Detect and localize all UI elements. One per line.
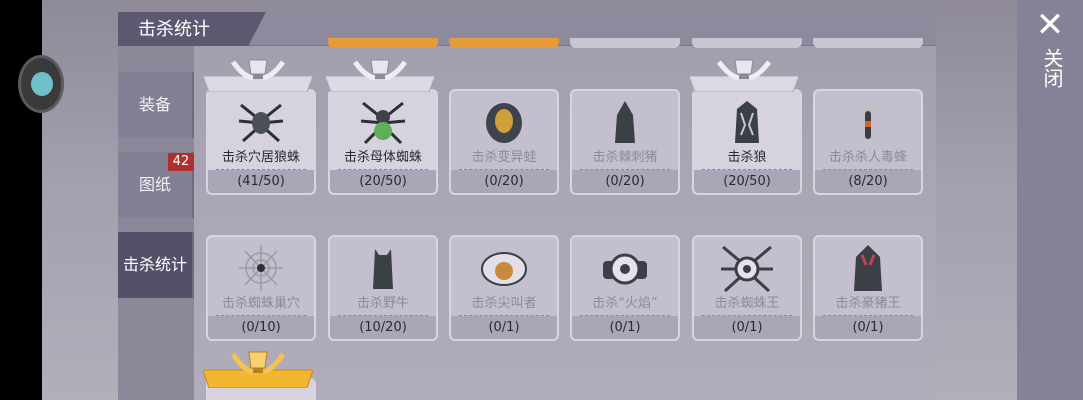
card-progress: (20/50) (694, 170, 800, 193)
web-icon (239, 245, 283, 291)
kill-card[interactable]: 击杀穴居狼蛛 (41/50) (206, 89, 316, 195)
card-title: 击杀蜘蛛巢穴 (221, 296, 300, 311)
wolf-icon (735, 101, 759, 143)
kill-card[interactable]: 击杀豪猪王 (0/1) (813, 235, 923, 341)
card-edge (328, 38, 438, 48)
kill-card[interactable]: 击杀蜘蛛王 (0/1) (692, 235, 802, 341)
card-edge (692, 38, 802, 48)
card-progress: (41/50) (208, 170, 314, 193)
divider (702, 315, 792, 316)
card-progress: (0/1) (815, 316, 921, 339)
tab-equipment[interactable]: 装备 (118, 72, 194, 138)
card-title: 击杀变异蛙 (471, 150, 537, 165)
card-edge (570, 38, 680, 48)
divider (580, 169, 670, 170)
kill-card[interactable]: 击杀母体蜘蛛 (20/50) (328, 89, 438, 195)
kill-card[interactable]: 击杀变异蛙 (0/20) (449, 89, 559, 195)
card-progress: (0/20) (572, 170, 678, 193)
divider (823, 315, 913, 316)
card-title: 击杀杀人毒蜂 (828, 150, 907, 165)
card-progress: (0/1) (694, 316, 800, 339)
kill-card[interactable]: 击杀杀人毒蜂 (8/20) (813, 89, 923, 195)
card-title: 击杀尖叫者 (471, 296, 537, 311)
card-progress: (8/20) (815, 170, 921, 193)
card-title: 击杀蜘蛛王 (714, 296, 780, 311)
blueprint-count-badge: 42 (168, 153, 194, 171)
silver-trophy-icon (325, 59, 435, 92)
spider-icon (238, 103, 284, 143)
card-progress: (0/1) (451, 316, 557, 339)
silver-trophy-icon (203, 59, 313, 92)
divider (216, 169, 306, 170)
close-button[interactable]: 关闭 (1036, 48, 1064, 88)
kill-card[interactable]: 击杀野牛 (10/20) (328, 235, 438, 341)
kill-card[interactable]: 击杀棘刺猪 (0/20) (570, 89, 680, 195)
bison-icon (373, 249, 393, 289)
close-icon[interactable]: ✕ (1033, 8, 1067, 42)
card-title: 击杀棘刺猪 (592, 150, 658, 165)
card-edge (813, 38, 923, 48)
divider (459, 315, 549, 316)
tab-kill-stats[interactable]: 击杀统计 (118, 232, 194, 298)
card-progress: (10/20) (330, 316, 436, 339)
card-title: 击杀狼 (727, 150, 767, 165)
avatar[interactable] (18, 55, 64, 113)
card-title: 击杀穴居狼蛛 (221, 150, 300, 165)
divider (338, 315, 428, 316)
frog-icon (486, 103, 522, 143)
divider (580, 315, 670, 316)
silver-trophy-icon (689, 59, 799, 92)
flame-boss-icon (603, 253, 647, 285)
porcupine-king-icon (854, 245, 882, 291)
card-progress: (0/10) (208, 316, 314, 339)
kill-card[interactable]: 击杀“火焰” (0/1) (570, 235, 680, 341)
wasp-icon (858, 104, 878, 139)
divider (823, 169, 913, 170)
page-title: 击杀统计 (138, 19, 210, 40)
card-progress: (20/50) (330, 170, 436, 193)
avatar-face-icon (31, 72, 53, 96)
card-title: 击杀“火焰” (592, 296, 658, 311)
gold-trophy-icon (203, 351, 313, 388)
boar-icon (615, 101, 635, 143)
card-progress: (0/20) (451, 170, 557, 193)
card-title: 击杀野牛 (356, 296, 409, 311)
divider (702, 169, 792, 170)
card-progress: (0/1) (572, 316, 678, 339)
kill-card[interactable]: 击杀尖叫者 (0/1) (449, 235, 559, 341)
spider-icon (360, 101, 406, 145)
kill-card[interactable]: 击杀狼 (20/50) (692, 89, 802, 195)
kill-card[interactable]: 击杀蜘蛛巢穴 (0/10) (206, 235, 316, 341)
divider (216, 315, 306, 316)
spider-king-icon (721, 245, 773, 293)
card-edge (449, 38, 559, 48)
divider (338, 169, 428, 170)
divider (459, 169, 549, 170)
card-title: 击杀母体蜘蛛 (343, 150, 422, 165)
screamer-icon (481, 252, 527, 286)
card-title: 击杀豪猪王 (835, 296, 901, 311)
